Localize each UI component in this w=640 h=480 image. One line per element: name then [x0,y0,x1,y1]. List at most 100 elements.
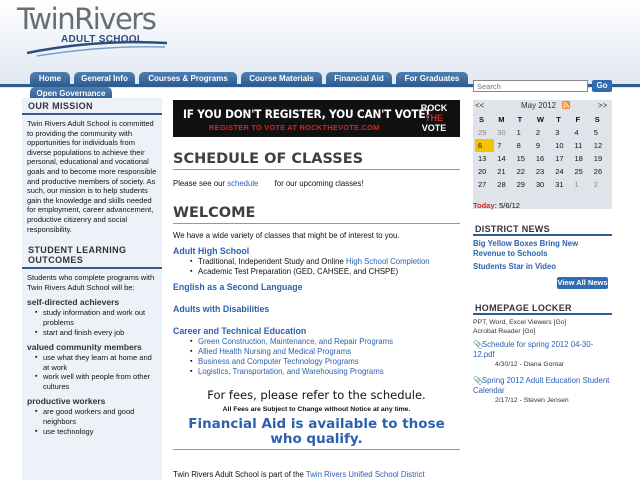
calendar-day[interactable]: 24 [552,165,571,178]
calendar-day[interactable]: 14 [494,152,513,165]
viewers-link[interactable]: PPT, Word, Excel Viewers [Go] [473,318,612,327]
acrobat-link[interactable]: Acrobat Reader [Go] [473,327,612,336]
calendar-day[interactable]: 29 [514,178,533,191]
calendar-day[interactable]: 21 [494,165,513,178]
calendar-day[interactable]: 5 [591,126,610,139]
file-title[interactable]: Schedule for spring 2012 04-30-12.pdf [473,340,593,359]
calendar-day[interactable]: 8 [514,139,533,152]
calendar-prev[interactable]: << [475,101,484,110]
calendar-day[interactable]: 31 [552,178,571,191]
paperclip-icon: 📎 [473,376,483,385]
view-all-news-button[interactable]: View All News [557,277,608,289]
rock-the-vote-banner[interactable]: IF YOU DON'T REGISTER, YOU CAN'T VOTE! R… [173,100,460,137]
search-input[interactable] [473,80,588,92]
list-item[interactable]: Allied Health Nursing and Medical Progra… [190,347,460,357]
homepage-locker-title: HOMEPAGE LOCKER [473,303,612,315]
calendar-day[interactable]: 3 [552,126,571,139]
calendar: << May 2012 >> S M T W T F S 29 30 1 2 3… [473,100,612,209]
today-value: 5/6/12 [499,201,520,210]
calendar-day[interactable]: 20 [475,165,494,178]
rss-icon[interactable] [562,101,570,109]
calendar-day[interactable]: 7 [494,139,513,152]
adult-high-list: Traditional, Independent Study and Onlin… [173,257,460,276]
item-text: Traditional, Independent Study and Onlin… [198,257,344,266]
locker-file[interactable]: 📎 Schedule for spring 2012 04-30-12.pdf … [473,340,612,369]
adults-disabilities-link[interactable]: Adults with Disabilities [173,304,460,315]
district-news-title: DISTRICT NEWS [473,224,612,236]
calendar-day[interactable]: 23 [533,165,552,178]
list-item: Academic Test Preparation (GED, CAHSEE, … [190,267,460,277]
right-sidebar: Go << May 2012 >> S M T W T F S [473,80,613,480]
left-sidebar: OUR MISSION Twin Rivers Adult School is … [22,98,162,480]
calendar-day[interactable]: 2 [533,126,552,139]
weekday-label: S [594,115,600,124]
schedule-heading: SCHEDULE OF CLASSES [173,150,460,170]
search-button[interactable]: Go [592,80,612,92]
locker-file[interactable]: 📎 Spring 2012 Adult Education Student Ca… [473,376,612,405]
calendar-day[interactable]: 2 [591,178,610,191]
calendar-day[interactable]: 30 [494,126,513,139]
outcome-heading: self-directed achievers [27,297,120,308]
career-technical-link[interactable]: Career and Technical Education [173,326,460,337]
list-item: Traditional, Independent Study and Onlin… [190,257,460,267]
fees-line: For fees, please refer to the schedule. [207,388,426,403]
calendar-day[interactable]: 15 [514,152,533,165]
calendar-day[interactable]: 29 [475,126,494,139]
schedule-post: for our upcoming classes! [274,179,364,188]
calendar-next[interactable]: >> [598,101,607,110]
welcome-text: We have a wide variety of classes that m… [173,231,400,240]
list-item[interactable]: Green Construction, Maintenance, and Rep… [190,337,460,347]
calendar-day[interactable]: 26 [591,165,610,178]
calendar-day[interactable]: 13 [475,152,494,165]
calendar-day[interactable]: 30 [533,178,552,191]
file-title[interactable]: Spring 2012 Adult Education Student Cale… [473,376,609,395]
calendar-day[interactable]: 11 [571,139,590,152]
financial-aid-notice: Financial Aid is available to those who … [173,417,460,451]
news-item-link[interactable]: Students Star in Video [473,262,612,272]
calendar-day[interactable]: 9 [533,139,552,152]
calendar-day[interactable]: 4 [571,126,590,139]
district-link[interactable]: Twin Rivers Unified School District [306,470,425,479]
weekday-label: W [536,115,544,124]
calendar-day[interactable]: 16 [533,152,552,165]
footer-text: Twin Rivers Adult School is part of the … [173,470,460,480]
news-item-link[interactable]: Big Yellow Boxes Bring New Revenue to Sc… [473,239,612,258]
calendar-day[interactable]: 1 [514,126,533,139]
list-item[interactable]: Business and Computer Technology Program… [190,357,460,367]
today-prefix: Today: [473,201,498,210]
calendar-day[interactable]: 18 [571,152,590,165]
list-item: use what they learn at home and at work [35,353,160,372]
site-logo[interactable]: TwinRivers ADULT SCHOOL [17,2,167,57]
calendar-day[interactable]: 17 [552,152,571,165]
list-item: study information and work out problems [35,308,160,327]
calendar-day[interactable]: 28 [494,178,513,191]
adult-high-school-link[interactable]: Adult High School [173,246,460,257]
outcome-list: study information and work out problems … [22,307,162,337]
mission-text: Twin Rivers Adult School is committed to… [27,119,157,234]
weekday-label: M [498,115,505,124]
schedule-link[interactable]: schedule [227,179,258,188]
calendar-grid: S M T W T F S 29 30 1 2 3 4 5 6 7 8 9 10… [475,113,610,191]
banner-headline: IF YOU DON'T REGISTER, YOU CAN'T VOTE! [183,107,431,121]
calendar-day[interactable]: 19 [591,152,610,165]
paperclip-icon: 📎 [473,340,483,349]
calendar-day[interactable]: 27 [475,178,494,191]
outcome-heading: productive workers [27,396,106,407]
logo-title: TwinRivers [17,2,157,36]
list-item: start and finish every job [35,328,160,338]
hs-completion-link[interactable]: High School Completion [346,257,430,266]
banner-subline: REGISTER TO VOTE AT ROCKTHEVOTE.COM [209,123,380,132]
cte-list: Green Construction, Maintenance, and Rep… [173,337,460,376]
esl-link[interactable]: English as a Second Language [173,282,460,293]
list-item[interactable]: Logistics, Transportation, and Warehousi… [190,367,460,377]
weekday-label: F [575,115,581,124]
list-item: use technology [35,427,160,437]
welcome-heading: WELCOME [173,204,460,224]
calendar-day[interactable]: 22 [514,165,533,178]
calendar-day[interactable]: 1 [571,178,590,191]
calendar-day[interactable]: 25 [571,165,590,178]
logo-word: VOTE [421,123,447,133]
calendar-day[interactable]: 10 [552,139,571,152]
calendar-day-today[interactable]: 6 [475,139,495,152]
calendar-day[interactable]: 12 [591,139,610,152]
